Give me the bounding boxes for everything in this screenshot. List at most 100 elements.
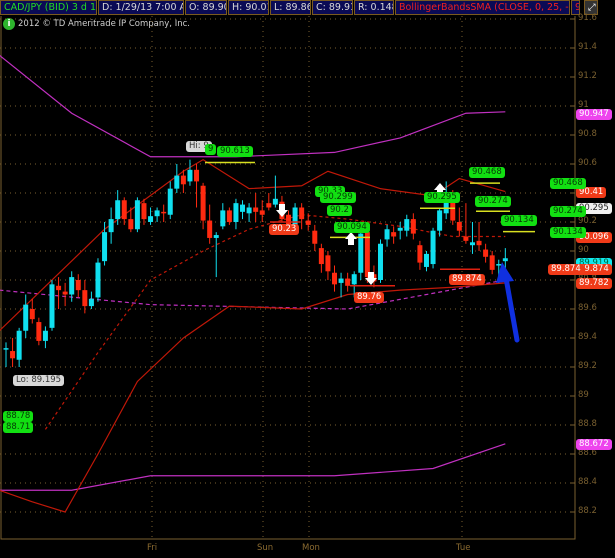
- axis-price-label: 89.782: [576, 277, 612, 289]
- candle-body: [384, 229, 390, 240]
- candle-body: [121, 200, 127, 220]
- price-tick-label: 90.8: [578, 129, 597, 139]
- day-label: Sun: [257, 543, 274, 553]
- edge-price-label: 90.468: [550, 178, 586, 190]
- chart-label: 89.874: [449, 274, 485, 285]
- candle-body: [102, 232, 108, 262]
- candle-body: [108, 219, 114, 233]
- candle-body: [180, 175, 186, 185]
- lower-band: [0, 282, 506, 513]
- candle-body: [95, 262, 101, 298]
- left-price-label: 88.78: [3, 411, 34, 422]
- candle-body: [167, 188, 173, 215]
- edge-price-label: 90.274: [550, 206, 586, 218]
- candle-body: [200, 185, 206, 221]
- chart-frame: [0, 16, 576, 540]
- candle-body: [148, 216, 154, 222]
- chart-label: 90.2: [327, 205, 352, 216]
- candle-body: [16, 330, 22, 360]
- candle-body: [194, 169, 200, 182]
- chart-label: 90.23: [269, 224, 300, 235]
- candle-body: [56, 285, 62, 291]
- candle-body: [220, 210, 226, 227]
- candle-body: [154, 210, 160, 217]
- price-tick-label: 91.6: [578, 13, 597, 23]
- left-price-label: 88.71: [3, 422, 34, 433]
- candle-body: [404, 219, 410, 231]
- candle-body: [299, 207, 305, 220]
- chart-label: 90.094: [334, 222, 370, 233]
- edge-price-label: 90.134: [550, 226, 586, 238]
- candle-body: [371, 274, 377, 282]
- price-chart[interactable]: [0, 0, 615, 558]
- candle-body: [49, 284, 55, 328]
- price-tick-label: 91.4: [578, 42, 597, 52]
- candle-body: [463, 236, 469, 241]
- candle-body: [29, 309, 35, 320]
- candle-body: [213, 235, 219, 238]
- candle-body: [417, 245, 423, 263]
- price-tick-label: 90.6: [578, 158, 597, 168]
- price-tick-label: 89.2: [578, 361, 597, 371]
- chart-label: 90.295: [424, 192, 460, 203]
- candle-body: [338, 278, 344, 283]
- candle-body: [318, 248, 324, 265]
- price-tick-label: 88.4: [578, 477, 597, 487]
- candle-body: [489, 255, 495, 270]
- candle-body: [62, 291, 68, 295]
- day-label: Tue: [456, 543, 471, 553]
- candle-body: [23, 304, 29, 331]
- candle-body: [345, 278, 351, 286]
- candle-body: [3, 348, 9, 350]
- candle-body: [141, 203, 147, 220]
- candle-body: [423, 253, 429, 267]
- candle-body: [476, 240, 482, 246]
- candle-body: [75, 280, 81, 291]
- candle-body: [502, 258, 508, 262]
- candle-body: [456, 222, 462, 231]
- candle-body: [351, 274, 357, 285]
- candle-body: [305, 220, 311, 225]
- candle-body: [207, 220, 213, 238]
- candle-body: [483, 249, 489, 257]
- axis-price-label: 90.947: [576, 108, 612, 120]
- candle-body: [174, 175, 180, 189]
- price-tick-label: 88.8: [578, 419, 597, 429]
- price-tick-label: 89.6: [578, 303, 597, 313]
- candle-body: [134, 200, 140, 230]
- candle-body: [496, 264, 502, 266]
- candle-body: [161, 211, 167, 214]
- upper-band: [0, 158, 506, 332]
- candle-body: [332, 272, 337, 285]
- price-tick-label: 90: [578, 245, 589, 255]
- candle-body: [272, 198, 278, 205]
- chart-label: 9: [205, 144, 217, 155]
- chart-label: 90.274: [475, 196, 511, 207]
- candle-body: [430, 230, 436, 265]
- candle-body: [253, 207, 259, 212]
- candle-body: [36, 322, 42, 341]
- price-tick-label: 91.2: [578, 71, 597, 81]
- candle-body: [226, 210, 232, 222]
- day-label: Mon: [302, 543, 320, 553]
- candle-body: [69, 277, 75, 295]
- candle-body: [259, 210, 265, 215]
- candle-body: [410, 219, 416, 234]
- middle-band: [44, 214, 506, 430]
- chart-label: 89.76: [354, 292, 385, 303]
- chart-label: 90.468: [469, 167, 505, 178]
- candle-body: [358, 233, 364, 273]
- price-tick-label: 89: [578, 390, 589, 400]
- candle-body: [312, 230, 318, 244]
- candle-body: [240, 204, 246, 212]
- axis-price-label: 88.672: [576, 438, 612, 450]
- candle-body: [233, 203, 239, 222]
- price-tick-label: 89.4: [578, 332, 597, 342]
- price-tick-label: 90.2: [578, 216, 597, 226]
- day-label: Fri: [147, 543, 158, 553]
- candle-body: [266, 203, 272, 208]
- candle-body: [128, 219, 134, 230]
- candle-body: [42, 330, 48, 341]
- chart-label: 90.134: [501, 215, 537, 226]
- edge-price-label: 89.874: [548, 264, 584, 276]
